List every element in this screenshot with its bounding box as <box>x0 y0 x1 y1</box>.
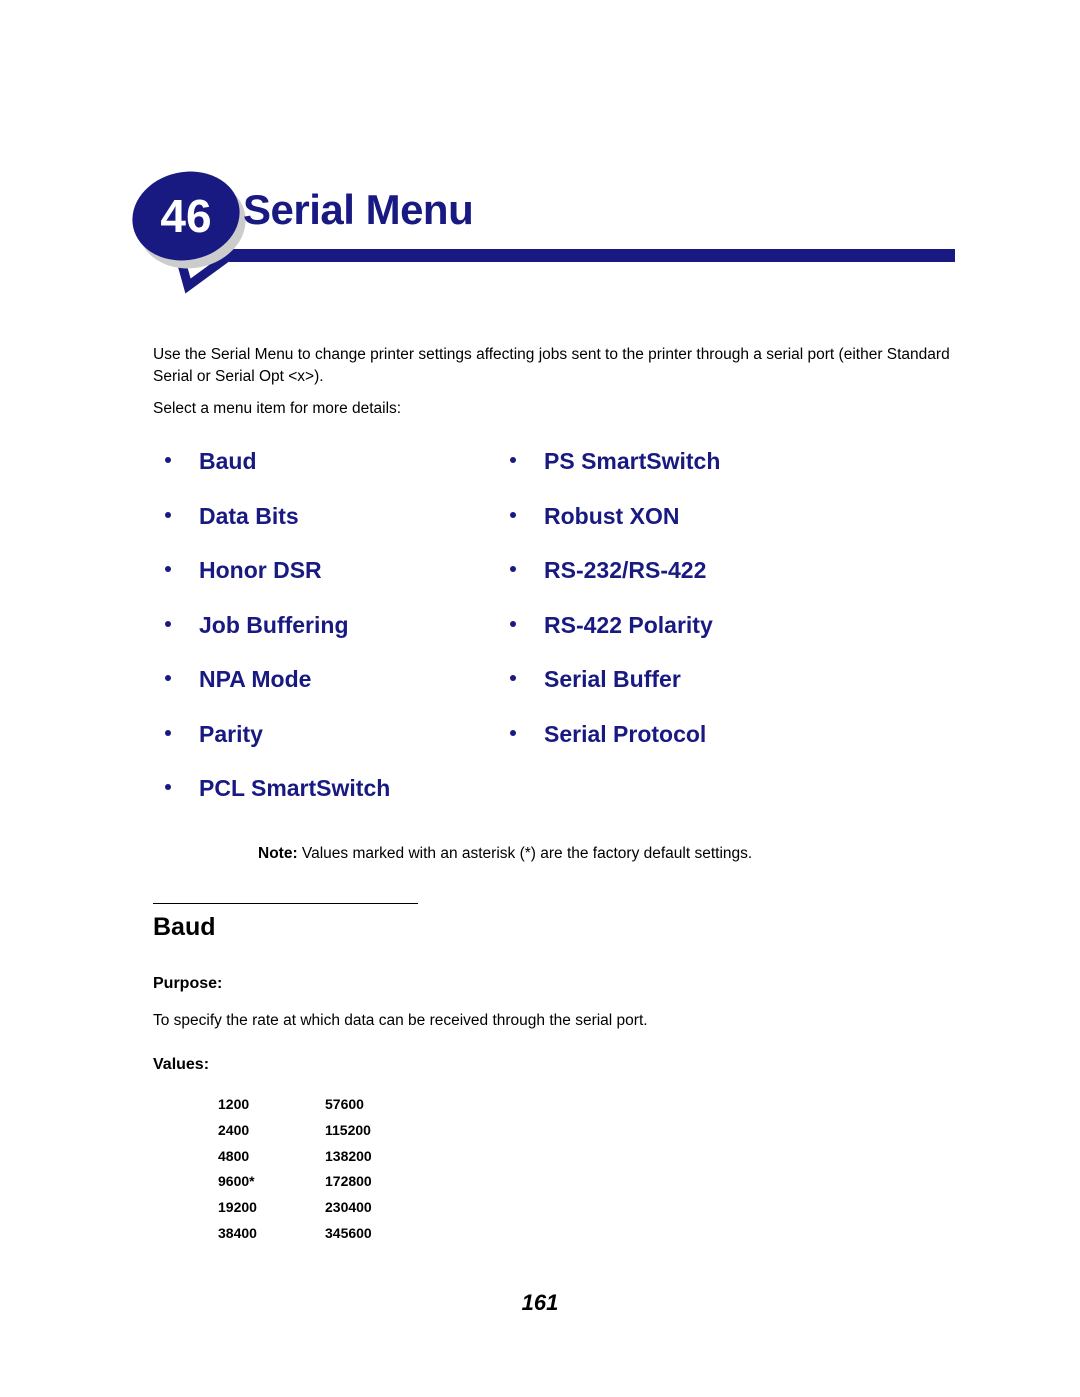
menu-link-label: Robust XON <box>544 502 680 529</box>
note-text: Values marked with an asterisk (*) are t… <box>297 845 753 862</box>
purpose-text: To specify the rate at which data can be… <box>153 1012 648 1029</box>
table-row: 2400 115200 <box>218 1122 465 1148</box>
bullet-icon <box>165 675 171 681</box>
table-cell: 2400 <box>218 1121 250 1138</box>
menu-link-column-right: PS SmartSwitch Robust XON RS-232/RS-422 … <box>498 448 720 775</box>
bullet-icon <box>510 511 516 518</box>
menu-link-label: Data Bits <box>199 502 299 529</box>
note-label: Note: <box>258 845 298 862</box>
bullet-icon <box>165 457 171 463</box>
table-cell: 1200 <box>218 1096 250 1112</box>
table-row: 4800 138200 <box>218 1148 465 1174</box>
menu-link-label: RS-422 Polarity <box>544 611 713 638</box>
bullet-icon <box>510 729 516 736</box>
table-row: 1200 57600 <box>218 1096 465 1122</box>
menu-link-label: Serial Buffer <box>544 666 681 692</box>
menu-link-rs232-rs422[interactable]: RS-232/RS-422 <box>498 557 720 612</box>
menu-link-ps-smartswitch[interactable]: PS SmartSwitch <box>498 448 720 503</box>
table-cell: 172800 <box>325 1173 372 1190</box>
table-cell: 38400 <box>218 1224 257 1241</box>
menu-link-pcl-smartswitch[interactable]: PCL SmartSwitch <box>153 775 390 830</box>
page-number: 161 <box>521 1290 559 1315</box>
select-menu-item-line: Select a menu item for more details: <box>153 400 402 417</box>
page-title: Serial Menu <box>243 186 474 233</box>
menu-link-label: PS SmartSwitch <box>544 448 721 474</box>
section-title-baud: Baud <box>153 913 216 941</box>
values-label: Values: <box>153 1056 210 1073</box>
bullet-icon <box>510 457 516 463</box>
header-rule-bar <box>229 249 955 262</box>
bullet-icon <box>165 566 171 572</box>
bullet-icon <box>510 620 516 627</box>
section-divider <box>153 903 418 904</box>
menu-link-label: Serial Protocol <box>544 720 707 747</box>
menu-link-label: PCL SmartSwitch <box>199 775 391 801</box>
page-header: 46 Serial Menu <box>0 0 1080 320</box>
bullet-icon <box>165 784 171 790</box>
menu-link-npa-mode[interactable]: NPA Mode <box>153 666 390 721</box>
menu-link-parity[interactable]: Parity <box>153 721 390 776</box>
baud-values-table: 1200 57600 2400 115200 4800 138200 9600*… <box>218 1096 465 1251</box>
menu-link-label: RS-232/RS-422 <box>544 557 707 583</box>
bullet-icon <box>165 620 171 627</box>
bullet-icon <box>165 511 171 518</box>
menu-link-rs422-polarity[interactable]: RS-422 Polarity <box>498 612 720 667</box>
menu-link-data-bits[interactable]: Data Bits <box>153 503 390 558</box>
document-page: 46 Serial Menu Use the Serial Menu to ch… <box>0 0 1080 1397</box>
table-cell: 115200 <box>325 1121 371 1138</box>
menu-link-serial-protocol[interactable]: Serial Protocol <box>498 721 720 776</box>
table-cell: 57600 <box>325 1096 364 1112</box>
menu-link-label: Parity <box>199 720 263 747</box>
header-graphic: 46 <box>132 171 955 294</box>
menu-link-label: Baud <box>199 448 257 474</box>
menu-link-baud[interactable]: Baud <box>153 448 390 503</box>
menu-link-column-left: Baud Data Bits Honor DSR Job Buffering N… <box>153 448 390 830</box>
table-cell: 138200 <box>325 1147 372 1164</box>
table-cell: 345600 <box>325 1224 372 1241</box>
menu-link-job-buffering[interactable]: Job Buffering <box>153 612 390 667</box>
table-row: 38400 345600 <box>218 1225 465 1251</box>
bullet-icon <box>510 675 516 681</box>
table-cell: 4800 <box>218 1147 250 1164</box>
intro-paragraph: Use the Serial Menu to change printer se… <box>153 346 950 385</box>
bullet-icon <box>165 729 171 736</box>
menu-link-label: NPA Mode <box>199 666 312 692</box>
purpose-label: Purpose: <box>153 975 223 992</box>
factory-default-note: Note: Values marked with an asterisk (*)… <box>258 843 752 865</box>
menu-link-serial-buffer[interactable]: Serial Buffer <box>498 666 720 721</box>
menu-link-honor-dsr[interactable]: Honor DSR <box>153 557 390 612</box>
table-row: 19200 230400 <box>218 1199 465 1225</box>
menu-link-label: Job Buffering <box>199 611 349 638</box>
table-cell: 19200 <box>218 1199 257 1216</box>
table-cell: 9600* <box>218 1173 255 1190</box>
table-cell: 230400 <box>325 1199 372 1216</box>
table-row: 9600* 172800 <box>218 1173 465 1199</box>
badge-number: 46 <box>160 190 211 242</box>
menu-link-label: Honor DSR <box>199 557 322 583</box>
bullet-icon <box>510 566 516 572</box>
menu-link-robust-xon[interactable]: Robust XON <box>498 503 720 558</box>
